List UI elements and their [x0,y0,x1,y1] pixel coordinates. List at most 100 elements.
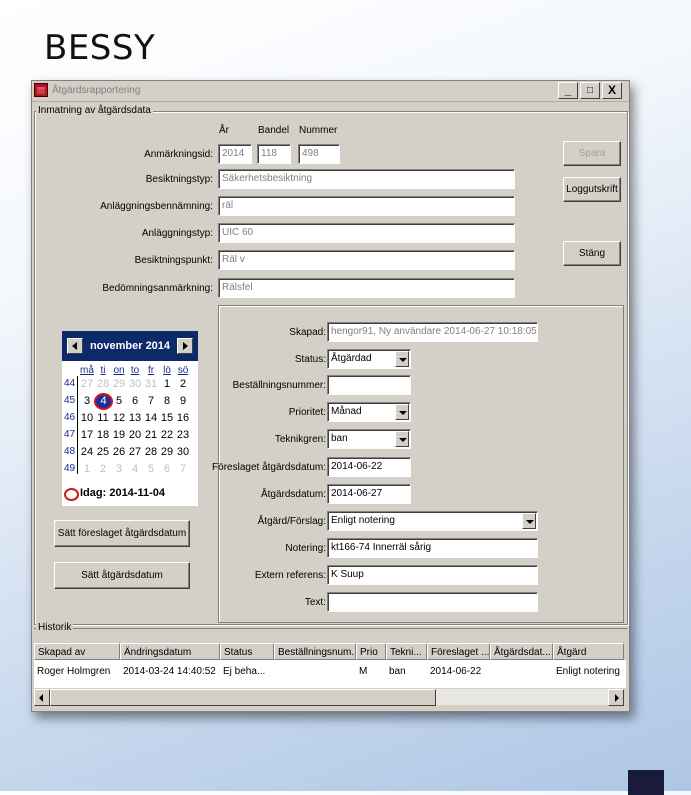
anlaggningsbenamning-field[interactable]: räl [218,196,515,216]
scroll-right-icon[interactable] [608,689,624,706]
calendar-day-today[interactable]: 4 [94,393,113,410]
month-calendar[interactable]: november 2014 Idag: 2014-11-04 må ti on to f… [62,331,198,506]
calendar-day[interactable]: 28 [144,446,158,458]
chevron-down-icon[interactable] [395,431,409,447]
calendar-day[interactable]: 2 [176,378,190,390]
extern-referens-field[interactable]: K Suup [327,565,538,585]
calendar-day[interactable]: 28 [96,378,110,390]
atgardsdatum-field[interactable]: 2014-06-27 [327,484,411,504]
calendar-day[interactable]: 29 [160,446,174,458]
calendar-day[interactable]: 19 [112,429,126,441]
calendar-day[interactable]: 15 [160,412,174,424]
historik-column-header[interactable]: Beställningsnum... [274,643,356,660]
chevron-down-icon[interactable] [395,351,409,367]
teknikgren-select[interactable]: ban [327,429,411,449]
maximize-button[interactable]: □ [580,82,600,99]
calendar-day[interactable]: 14 [144,412,158,424]
calendar-day[interactable]: 26 [112,446,126,458]
nummer-field[interactable]: 498 [298,144,340,164]
scroll-thumb[interactable] [50,689,436,706]
spara-button[interactable]: Spara [563,141,621,166]
calendar-day[interactable]: 7 [144,395,158,407]
calendar-day[interactable]: 9 [176,395,190,407]
calendar-day[interactable]: 2 [96,463,110,475]
historik-column-header[interactable]: Föreslaget ... [427,643,490,660]
besiktningstyp-label: Besiktningstyp: [145,174,213,185]
chevron-down-icon[interactable] [395,404,409,420]
calendar-day[interactable]: 18 [96,429,110,441]
text-field[interactable] [327,592,538,612]
calendar-day[interactable]: 3 [112,463,126,475]
calendar-day[interactable]: 12 [112,412,126,424]
historik-column-header[interactable]: Åtgärd [553,643,624,660]
bestallningsnummer-field[interactable] [327,375,411,395]
calendar-day[interactable]: 10 [80,412,94,424]
calendar-day[interactable]: 17 [80,429,94,441]
calendar-day[interactable]: 27 [80,378,94,390]
calendar-day[interactable]: 30 [128,378,142,390]
calendar-day[interactable]: 13 [128,412,142,424]
historik-column-header[interactable]: Skapad av [34,643,120,660]
calendar-day[interactable]: 4 [128,463,142,475]
notering-field[interactable]: kt166-74 Innerräl sårig [327,538,538,558]
skapad-field[interactable]: hengor91, Ny användare 2014-06-27 10:18:… [327,322,538,342]
ar-field[interactable]: 2014 [218,144,252,164]
calendar-day[interactable]: 21 [144,429,158,441]
ar-header: År [219,125,229,136]
bandel-field[interactable]: 118 [257,144,291,164]
calendar-day[interactable]: 8 [160,395,174,407]
calendar-day[interactable]: 20 [128,429,142,441]
bestallningsnummer-label: Beställningsnummer: [232,380,326,391]
next-month-icon[interactable] [177,338,193,354]
scroll-left-icon[interactable] [34,689,50,706]
calendar-today-label[interactable]: Idag: 2014-11-04 [80,487,165,499]
calendar-day[interactable]: 22 [160,429,174,441]
calendar-day[interactable]: 27 [128,446,142,458]
stang-button[interactable]: Stäng [563,241,621,266]
calendar-day[interactable]: 24 [80,446,94,458]
calendar-weekday: to [130,365,140,376]
calendar-day[interactable]: 23 [176,429,190,441]
anlaggningsbenamning-label: Anläggningsbennämning: [100,201,213,212]
calendar-day[interactable]: 1 [160,378,174,390]
foreslaget-atgardsdatum-field[interactable]: 2014-06-22 [327,457,411,477]
minimize-button[interactable]: _ [558,82,578,99]
satt-foreslaget-atgardsdatum-button[interactable]: Sätt föreslaget åtgärdsdatum [54,520,190,547]
loggutskrift-button[interactable]: Loggutskrift [563,177,621,202]
atgardsrapportering-window: Åtgärdsrapportering _ □ X Inmatning av å… [31,80,630,712]
chevron-down-icon[interactable] [522,513,536,529]
horizontal-scrollbar[interactable] [34,688,624,706]
calendar-day[interactable]: 29 [112,378,126,390]
anlaggningstyp-field[interactable]: UIC 60 [218,223,515,243]
atgard-forslag-select[interactable]: Enligt notering [327,511,538,531]
calendar-day[interactable]: 16 [176,412,190,424]
calendar-day[interactable]: 5 [144,463,158,475]
historik-cell: 2014-03-24 14:40:52 [123,666,216,677]
calendar-day[interactable]: 6 [160,463,174,475]
calendar-week-number: 47 [64,429,76,440]
calendar-day[interactable]: 30 [176,446,190,458]
bedomningsanmarkning-field[interactable]: Rälsfel [218,278,515,298]
anlaggningstyp-label: Anläggningstyp: [141,228,213,239]
calendar-day[interactable]: 25 [96,446,110,458]
close-button[interactable]: X [602,82,622,99]
window-title: Åtgärdsrapportering [52,85,141,96]
calendar-day[interactable]: 11 [96,412,110,424]
prioritet-select[interactable]: Månad [327,402,411,422]
status-select[interactable]: Åtgärdad [327,349,411,369]
besiktningstyp-field[interactable]: Säkerhetsbesiktning [218,169,515,189]
satt-atgardsdatum-button[interactable]: Sätt åtgärdsdatum [54,562,190,589]
calendar-day[interactable]: 31 [144,378,158,390]
calendar-day[interactable]: 5 [112,395,126,407]
calendar-day[interactable]: 6 [128,395,142,407]
besiktningspunkt-field[interactable]: Räl v [218,250,515,270]
historik-column-header[interactable]: Prio [356,643,386,660]
historik-column-header[interactable]: Tekni... [386,643,427,660]
historik-column-header[interactable]: Status [220,643,274,660]
prev-month-icon[interactable] [67,338,83,354]
calendar-day[interactable]: 3 [80,395,94,407]
calendar-day[interactable]: 7 [176,463,190,475]
historik-column-header[interactable]: Ändringsdatum [120,643,220,660]
historik-column-header[interactable]: Åtgärdsdat... [490,643,553,660]
calendar-day[interactable]: 1 [80,463,94,475]
